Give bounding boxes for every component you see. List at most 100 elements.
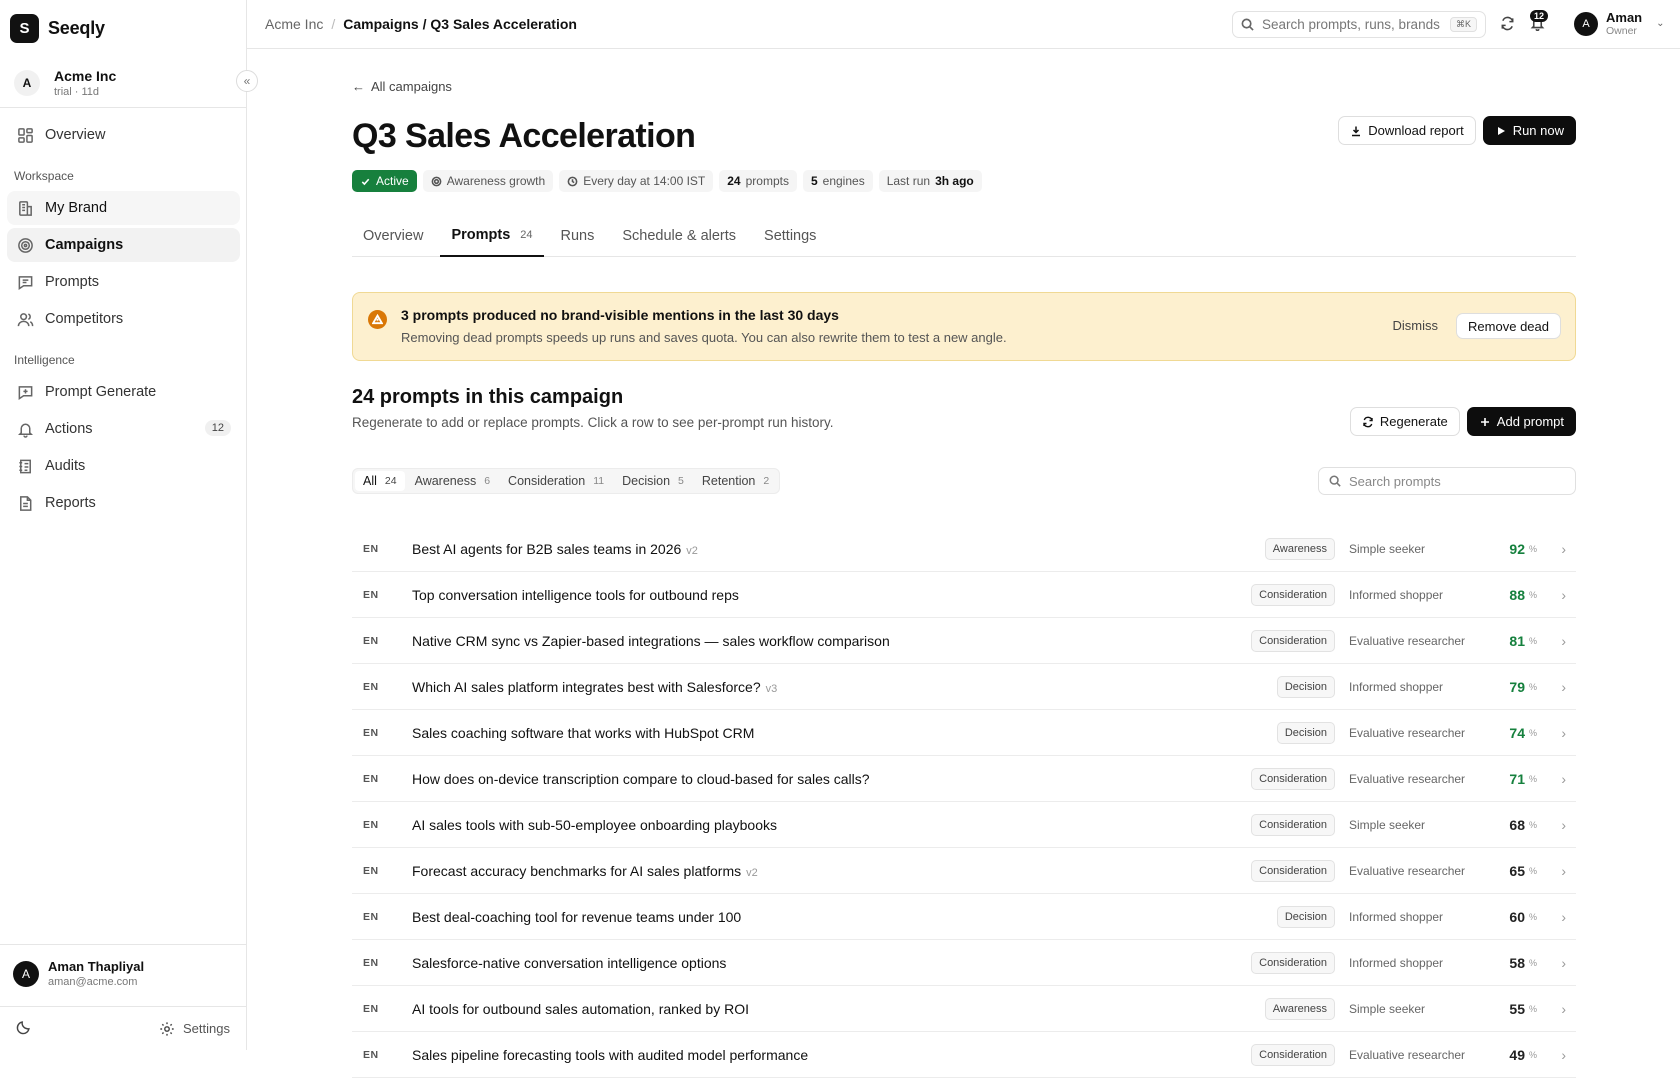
filter-label: Awareness xyxy=(414,474,477,488)
sidebar-item-label: Competitors xyxy=(45,311,124,327)
sidebar-item-reports[interactable]: Reports xyxy=(7,486,240,520)
prompt-language: EN xyxy=(363,772,379,785)
table-row[interactable]: EN Forecast accuracy benchmarks for AI sa… xyxy=(352,848,1576,894)
bell-icon xyxy=(17,421,34,438)
sidebar-settings-button[interactable]: Settings xyxy=(159,1021,230,1037)
theme-toggle-moon-icon[interactable] xyxy=(16,1019,32,1038)
table-row[interactable]: EN AI sales tools with sub-50-employee on… xyxy=(352,802,1576,848)
search-placeholder: Search prompts, runs, brands xyxy=(1262,17,1440,32)
run-now-button[interactable]: Run now xyxy=(1482,116,1576,145)
table-row[interactable]: EN Best deal-coaching tool for revenue te… xyxy=(352,894,1576,940)
sidebar-item-actions[interactable]: Actions 12 xyxy=(7,412,240,446)
brand-logo: S xyxy=(10,13,39,43)
list-icon xyxy=(17,458,34,475)
filter-label: Consideration xyxy=(508,474,586,488)
filter-consideration[interactable]: Consideration 11 xyxy=(500,471,612,491)
stage-badge: Consideration xyxy=(1251,629,1335,652)
visibility-score: 74 xyxy=(1509,724,1525,741)
dismiss-button[interactable]: Dismiss xyxy=(1393,318,1439,333)
tab-schedule-alerts[interactable]: Schedule & alerts xyxy=(611,214,747,257)
download-report-label: Download report xyxy=(1368,123,1464,138)
table-row[interactable]: EN Salesforce-native conversation intelli… xyxy=(352,940,1576,986)
table-row[interactable]: EN Sales coaching software that works wit… xyxy=(352,710,1576,756)
tab-runs[interactable]: Runs xyxy=(550,214,606,257)
gear-icon xyxy=(160,1021,174,1036)
arrow-left-icon: ← xyxy=(352,79,365,94)
sidebar-item-campaigns[interactable]: Campaigns xyxy=(7,228,240,262)
sidebar-item-audits[interactable]: Audits xyxy=(7,449,240,483)
sidebar-item-prompts[interactable]: Prompts xyxy=(7,265,240,299)
regenerate-button[interactable]: Regenerate xyxy=(1349,407,1460,436)
breadcrumb: Acme Inc / Campaigns / Q3 Sales Accelera… xyxy=(265,16,577,32)
percent-sign: % xyxy=(1529,543,1538,554)
percent-sign: % xyxy=(1529,819,1538,830)
breadcrumb-org[interactable]: Acme Inc xyxy=(265,16,323,32)
table-row[interactable]: EN AI tools for outbound sales automation… xyxy=(352,986,1576,1032)
percent-sign: % xyxy=(1529,1003,1538,1014)
stage-filter: All 24 Awareness 6 Consideration 11 Decisio… xyxy=(352,468,781,494)
brand[interactable]: S Seeqly xyxy=(10,13,105,43)
table-row[interactable]: EN Best AI agents for B2B sales teams in … xyxy=(352,526,1576,572)
check-icon xyxy=(361,178,370,185)
breadcrumb-separator: / xyxy=(331,16,336,32)
sidebar-item-overview[interactable]: Overview xyxy=(7,118,240,152)
prompt-text: How does on-device transcription compare… xyxy=(412,770,870,787)
org-name: Acme Inc xyxy=(54,67,117,84)
prompt-text: Which AI sales platform integrates best … xyxy=(412,678,761,695)
table-row[interactable]: EN Sales pipeline forecasting tools with … xyxy=(352,1032,1576,1078)
engines-count: 5 xyxy=(810,174,818,188)
sidebar-item-label: Audits xyxy=(45,458,86,474)
prompts-section-title: 24 prompts in this campaign xyxy=(352,386,624,408)
filter-all[interactable]: All 24 xyxy=(355,471,405,491)
prompt-meta: Decision Informed shopper 60% xyxy=(1276,905,1541,928)
sidebar: S Seeqly A Acme Inc trial · 11d « Overvi… xyxy=(0,0,258,1050)
sidebar-user-profile[interactable]: A Aman Thapliyal aman@acme.com xyxy=(0,944,246,1002)
tab-label: Settings xyxy=(764,227,817,244)
goal-label: Awareness growth xyxy=(446,174,546,188)
sidebar-item-prompt-generate[interactable]: Prompt Generate xyxy=(7,375,240,409)
refresh-icon[interactable] xyxy=(1500,16,1515,34)
prompt-text: Best deal-coaching tool for revenue team… xyxy=(412,908,742,925)
prompt-text: Top conversation intelligence tools for … xyxy=(412,586,739,603)
prompt-meta: Decision Evaluative researcher 74% xyxy=(1276,721,1541,744)
page-title: Q3 Sales Acceleration xyxy=(352,117,696,155)
prompt-text-cell: Best deal-coaching tool for revenue team… xyxy=(412,909,741,925)
org-switcher[interactable]: A Acme Inc trial · 11d xyxy=(0,58,246,108)
add-prompt-button[interactable]: Add prompt xyxy=(1466,407,1576,436)
collapse-sidebar-button[interactable]: « xyxy=(236,70,258,92)
download-report-button[interactable]: Download report xyxy=(1338,116,1476,145)
tab-settings[interactable]: Settings xyxy=(753,214,827,257)
table-row[interactable]: EN Which AI sales platform integrates bes… xyxy=(352,664,1576,710)
engines-unit: engines xyxy=(822,174,865,188)
settings-label: Settings xyxy=(183,1021,230,1036)
prompt-text-cell: Top conversation intelligence tools for … xyxy=(412,587,739,603)
filter-awareness[interactable]: Awareness 6 xyxy=(407,471,498,491)
prompts-table: EN Best AI agents for B2B sales teams in … xyxy=(352,526,1576,1078)
visibility-score: 68 xyxy=(1509,816,1525,833)
persona-label: Evaluative researcher xyxy=(1349,633,1466,648)
target-icon xyxy=(17,237,34,254)
tab-prompts[interactable]: Prompts 24 xyxy=(440,214,544,257)
back-to-campaigns-link[interactable]: ← All campaigns xyxy=(352,79,452,94)
prompt-language: EN xyxy=(363,864,379,877)
global-search-input[interactable]: Search prompts, runs, brands ⌘K xyxy=(1232,11,1486,38)
search-shortcut: ⌘K xyxy=(1449,17,1477,32)
sidebar-item-my-brand[interactable]: My Brand xyxy=(7,191,240,225)
filter-retention[interactable]: Retention 2 xyxy=(694,471,777,491)
table-row[interactable]: EN How does on-device transcription compa… xyxy=(352,756,1576,802)
filter-count: 5 xyxy=(678,475,684,487)
filter-decision[interactable]: Decision 5 xyxy=(614,471,692,491)
sidebar-item-competitors[interactable]: Competitors xyxy=(7,302,240,336)
table-row[interactable]: EN Top conversation intelligence tools fo… xyxy=(352,572,1576,618)
user-menu[interactable]: A Aman Owner ⌄ xyxy=(1574,10,1665,37)
tab-overview[interactable]: Overview xyxy=(352,214,434,257)
chevron-right-icon: › xyxy=(1561,632,1566,649)
chevron-right-icon: › xyxy=(1561,954,1566,971)
visibility-score: 92 xyxy=(1509,540,1525,557)
persona-label: Informed shopper xyxy=(1349,679,1444,694)
remove-dead-button[interactable]: Remove dead xyxy=(1456,313,1561,339)
target-icon xyxy=(431,176,442,186)
table-row[interactable]: EN Native CRM sync vs Zapier-based integr… xyxy=(352,618,1576,664)
tab-count: 24 xyxy=(520,228,533,241)
prompt-search-input[interactable]: Search prompts xyxy=(1318,467,1576,495)
